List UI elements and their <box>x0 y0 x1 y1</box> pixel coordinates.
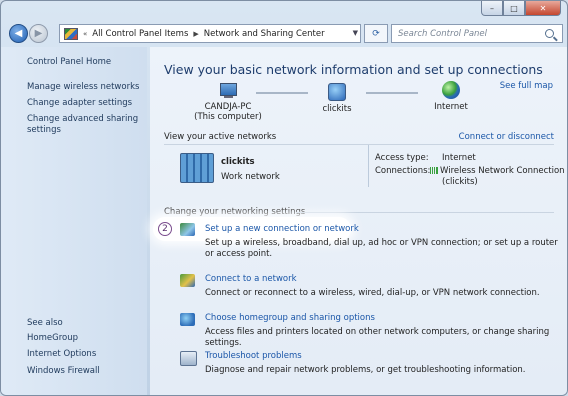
address-dropdown-icon[interactable]: ▼ <box>353 29 358 37</box>
connect-network-icon <box>180 274 195 287</box>
task-homegroup-sharing[interactable]: Choose homegroup and sharing options <box>205 313 375 323</box>
back-button[interactable]: ◀ <box>9 24 28 43</box>
sidebar-internet-options[interactable]: Internet Options <box>27 349 96 360</box>
search-input[interactable]: Search Control Panel <box>398 29 545 39</box>
refresh-icon: ⟳ <box>372 28 380 39</box>
task-connect-network-desc: Connect or reconnect to a wireless, wire… <box>205 288 540 298</box>
forward-button[interactable]: ▶ <box>29 24 48 43</box>
work-network-icon <box>180 153 214 183</box>
sidebar: Control Panel Home Manage wireless netwo… <box>1 47 147 395</box>
task-troubleshoot-desc: Diagnose and repair network problems, or… <box>205 365 526 375</box>
page-title: View your basic network information and … <box>164 62 543 77</box>
sidebar-advanced-sharing[interactable]: Change advanced sharing settings <box>27 114 139 136</box>
network-icon <box>328 83 346 101</box>
wireless-connection-link[interactable]: Wireless Network Connection <box>430 166 565 176</box>
active-network-name: clickits <box>221 157 255 167</box>
task-connect-network[interactable]: Connect to a network <box>205 274 297 284</box>
control-panel-icon <box>64 27 78 40</box>
map-line-1 <box>256 92 308 94</box>
computer-icon <box>218 83 238 99</box>
see-also-heading: See also <box>27 318 63 328</box>
see-full-map-link[interactable]: See full map <box>500 81 553 91</box>
active-networks-header: View your active networks <box>164 132 277 142</box>
internet-label: Internet <box>434 102 468 112</box>
main-content: View your basic network information and … <box>150 47 567 395</box>
network-type-link[interactable]: Work network <box>221 172 280 182</box>
map-line-2 <box>366 92 418 94</box>
network-name: clickits <box>322 104 352 114</box>
task-homegroup-sharing-desc: Access files and printers located on oth… <box>205 327 550 348</box>
map-computer-node: CANDJA-PC (This computer) <box>188 83 268 122</box>
back-arrow-icon: ◀ <box>14 28 23 39</box>
computer-sub: (This computer) <box>194 112 262 122</box>
history-chevron-icon[interactable]: « <box>83 30 87 38</box>
access-type-value: Internet <box>442 153 476 163</box>
map-network-node: clickits <box>313 83 361 114</box>
search-icon[interactable] <box>545 29 554 38</box>
close-button[interactable]: ✕ <box>525 1 561 16</box>
task-troubleshoot[interactable]: Troubleshoot problems <box>205 351 302 361</box>
access-type-label: Access type: <box>375 153 429 163</box>
divider-settings <box>296 212 554 213</box>
sidebar-homegroup[interactable]: HomeGroup <box>27 333 78 344</box>
breadcrumb-network-center[interactable]: Network and Sharing Center <box>204 29 325 39</box>
forward-arrow-icon: ▶ <box>34 28 43 39</box>
window: – □ ✕ ◀ ▶ « All Control Panel Items ▶ Ne… <box>0 0 568 396</box>
connections-label: Connections: <box>375 166 431 176</box>
sidebar-windows-firewall[interactable]: Windows Firewall <box>27 366 100 377</box>
connect-disconnect-link[interactable]: Connect or disconnect <box>459 132 554 142</box>
active-networks-separator <box>368 145 369 187</box>
troubleshoot-icon <box>180 351 197 366</box>
computer-name: CANDJA-PC <box>204 102 252 112</box>
sidebar-control-panel-home[interactable]: Control Panel Home <box>27 57 111 68</box>
wireless-connection-sub[interactable]: (clickits) <box>442 177 478 187</box>
map-internet-node: Internet <box>426 81 476 112</box>
wireless-connection-text: Wireless Network Connection <box>440 166 565 176</box>
sidebar-manage-wireless[interactable]: Manage wireless networks <box>27 82 139 93</box>
breadcrumb-separator-icon[interactable]: ▶ <box>193 30 198 38</box>
sidebar-change-adapter[interactable]: Change adapter settings <box>27 98 132 109</box>
breadcrumb-all-items[interactable]: All Control Panel Items <box>92 29 188 39</box>
caption-buttons: – □ ✕ <box>481 1 561 16</box>
minimize-button[interactable]: – <box>481 1 503 16</box>
new-connection-icon <box>180 223 195 236</box>
refresh-button[interactable]: ⟳ <box>364 24 388 43</box>
task-setup-connection[interactable]: Set up a new connection or network <box>205 224 359 234</box>
globe-icon <box>442 81 460 99</box>
address-bar[interactable]: « All Control Panel Items ▶ Network and … <box>59 24 361 43</box>
step-badge: 2 <box>158 222 172 236</box>
maximize-button[interactable]: □ <box>503 1 525 16</box>
settings-header: Change your networking settings <box>164 207 306 217</box>
navigation-bar: ◀ ▶ « All Control Panel Items ▶ Network … <box>7 21 563 45</box>
wireless-signal-icon <box>430 167 438 174</box>
divider-active <box>164 144 554 145</box>
search-box[interactable]: Search Control Panel <box>391 24 563 43</box>
task-setup-connection-desc: Set up a wireless, broadband, dial up, a… <box>205 238 558 259</box>
homegroup-sharing-icon <box>180 313 195 326</box>
